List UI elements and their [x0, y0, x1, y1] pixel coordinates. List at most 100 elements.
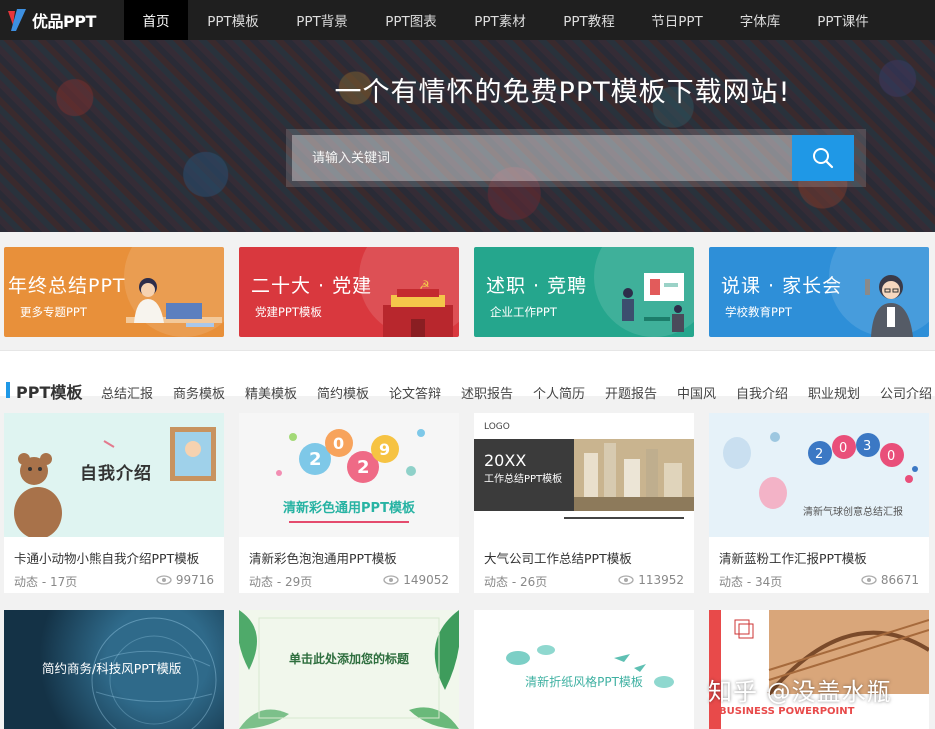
card-thumbnail[interactable]: 简约商务/科技风PPT模版	[4, 610, 224, 729]
card-title[interactable]: 大气公司工作总结PPT模板	[484, 548, 632, 567]
banner-title: 二十大 · 党建	[251, 275, 373, 297]
template-card[interactable]: BUSINESS POWERPOINT	[709, 610, 929, 729]
logo-text: 优品PPT	[32, 12, 96, 31]
logo-icon	[6, 7, 28, 33]
template-card[interactable]: 单击此处添加您的标题	[239, 610, 459, 729]
card-thumbnail[interactable]: BUSINESS POWERPOINT	[709, 610, 929, 729]
category-link[interactable]: 商务模板	[173, 383, 225, 402]
template-card[interactable]: LOGO 20XX 工作总结PPT模板 大气公司工作总结PPT模板 动态 - 2…	[474, 413, 694, 593]
category-link[interactable]: 精美模板	[245, 383, 297, 402]
banner-subtitle: 党建PPT模板	[255, 305, 322, 319]
category-link[interactable]: 个人简历	[533, 383, 585, 402]
view-count: 99716	[175, 573, 214, 587]
card-title[interactable]: 清新彩色泡泡通用PPT模板	[249, 548, 397, 567]
card-views: 86671	[861, 573, 919, 587]
nav-item-ppt-tutorials[interactable]: PPT教程	[544, 0, 634, 40]
banner-subtitle: 学校教育PPT	[725, 305, 792, 319]
section-title: PPT模板	[16, 383, 83, 402]
card-thumbnail[interactable]: 自我介绍	[4, 413, 224, 537]
banner-party-building[interactable]: ☭ 二十大 · 党建 党建PPT模板	[239, 247, 459, 337]
watermark: 知乎 @没盖水瓶	[708, 678, 892, 706]
card-views: 99716	[156, 573, 214, 587]
thumb-title: 简约商务/科技风PPT模版	[42, 661, 182, 676]
banner-title: 说课 · 家长会	[721, 275, 843, 297]
svg-text:2: 2	[815, 447, 823, 462]
svg-text:LOGO: LOGO	[484, 422, 510, 432]
nav-item-home[interactable]: 首页	[124, 0, 188, 40]
svg-text:0: 0	[887, 449, 895, 464]
balloons-illustration: 2 0 3 0	[709, 413, 929, 537]
card-thumbnail[interactable]: 2 0 2 9 清新彩色通用PPT模板	[239, 413, 459, 537]
banner-title: 年终总结PPT	[8, 275, 126, 297]
site-logo[interactable]: 优品PPT	[0, 0, 124, 40]
svg-text:3: 3	[863, 439, 871, 454]
banner-year-end-summary[interactable]: 年终总结PPT 更多专题PPT	[4, 247, 224, 337]
category-link[interactable]: 职业规划	[808, 383, 860, 402]
nav-item-ppt-templates[interactable]: PPT模板	[188, 0, 278, 40]
thumb-title: BUSINESS POWERPOINT	[719, 706, 855, 717]
template-card[interactable]: 2 0 3 0 清新气球创意总结汇报 清新蓝粉工作汇报PPT模板 动态 - 34…	[709, 413, 929, 593]
category-link[interactable]: 中国风	[677, 383, 716, 402]
top-nav: 优品PPT 首页 PPT模板 PPT背景 PPT图表 PPT素材 PPT教程 节…	[0, 0, 935, 40]
thumb-year: 20XX	[484, 451, 527, 470]
eye-icon	[618, 575, 634, 585]
banner-lesson-parents-meeting[interactable]: 说课 · 家长会 学校教育PPT	[709, 247, 929, 337]
search-box	[286, 129, 866, 187]
category-link[interactable]: 公司介绍	[880, 383, 932, 402]
office-worker-illustration	[126, 278, 222, 327]
thumb-title: 自我介绍	[80, 464, 152, 484]
card-views: 113952	[618, 573, 684, 587]
eye-icon	[156, 575, 172, 585]
template-card[interactable]: 自我介绍 卡通小动物小熊自我介绍PPT模板 动态 - 17页 99716	[4, 413, 224, 593]
card-thumbnail[interactable]: 清新折纸风格PPT模板	[474, 610, 694, 729]
card-title[interactable]: 卡通小动物小熊自我介绍PPT模板	[14, 548, 199, 567]
category-link[interactable]: 论文答辩	[389, 383, 441, 402]
paper-clouds-illustration	[506, 645, 674, 688]
card-meta: 动态 - 26页	[484, 575, 548, 589]
card-meta: 动态 - 29页	[249, 575, 313, 589]
card-thumbnail[interactable]: LOGO 20XX 工作总结PPT模板	[474, 413, 694, 537]
banner-title: 述职 · 竞聘	[486, 275, 588, 297]
banner-subtitle: 企业工作PPT	[490, 305, 557, 319]
view-count: 86671	[880, 573, 919, 587]
leaves-illustration	[239, 610, 459, 729]
search-input[interactable]	[292, 135, 792, 181]
search-button[interactable]	[792, 135, 854, 181]
search-icon	[813, 148, 834, 169]
nav-item-ppt-courseware[interactable]: PPT课件	[800, 0, 886, 40]
svg-text:2: 2	[309, 449, 322, 470]
nav-item-holiday-ppt[interactable]: 节日PPT	[634, 0, 720, 40]
view-count: 113952	[638, 573, 684, 587]
eye-icon	[383, 575, 399, 585]
category-link[interactable]: 总结汇报	[101, 383, 153, 402]
template-card[interactable]: 2 0 2 9 清新彩色通用PPT模板 清新彩色泡泡通用PPT模板 动态 - 2…	[239, 413, 459, 593]
section-accent	[6, 382, 10, 398]
thumb-title: 清新彩色通用PPT模板	[283, 501, 415, 516]
nav-item-fonts[interactable]: 字体库	[720, 0, 800, 40]
nav-item-ppt-charts[interactable]: PPT图表	[366, 0, 456, 40]
nav-item-ppt-backgrounds[interactable]: PPT背景	[278, 0, 366, 40]
category-link[interactable]: 自我介绍	[736, 383, 788, 402]
card-meta: 动态 - 34页	[719, 575, 783, 589]
thumb-title: 清新折纸风格PPT模板	[525, 675, 643, 689]
category-link[interactable]: 述职报告	[461, 383, 513, 402]
category-bar: PPT模板 总结汇报 商务模板 精美模板 简约模板 论文答辩 述职报告 个人简历…	[0, 350, 935, 402]
card-thumbnail[interactable]: 2 0 3 0 清新气球创意总结汇报	[709, 413, 929, 537]
bubbles-illustration: 2 0 2 9	[276, 429, 425, 523]
hero-title: 一个有情怀的免费PPT模板下载网站!	[334, 77, 791, 108]
nav-item-ppt-materials[interactable]: PPT素材	[456, 0, 544, 40]
thumb-title: 清新气球创意总结汇报	[803, 507, 903, 518]
card-thumbnail[interactable]: 单击此处添加您的标题	[239, 610, 459, 729]
view-count: 149052	[403, 573, 449, 587]
thumb-title: 工作总结PPT模板	[484, 474, 563, 485]
banner-job-report[interactable]: 述职 · 竞聘 企业工作PPT	[474, 247, 694, 337]
template-card[interactable]: 简约商务/科技风PPT模版	[4, 610, 224, 729]
category-link[interactable]: 开题报告	[605, 383, 657, 402]
svg-text:0: 0	[839, 441, 847, 456]
template-card[interactable]: 清新折纸风格PPT模板	[474, 610, 694, 729]
svg-text:9: 9	[379, 440, 390, 459]
category-link[interactable]: 简约模板	[317, 383, 369, 402]
svg-text:0: 0	[333, 434, 344, 453]
card-views: 149052	[383, 573, 449, 587]
card-title[interactable]: 清新蓝粉工作汇报PPT模板	[719, 548, 867, 567]
